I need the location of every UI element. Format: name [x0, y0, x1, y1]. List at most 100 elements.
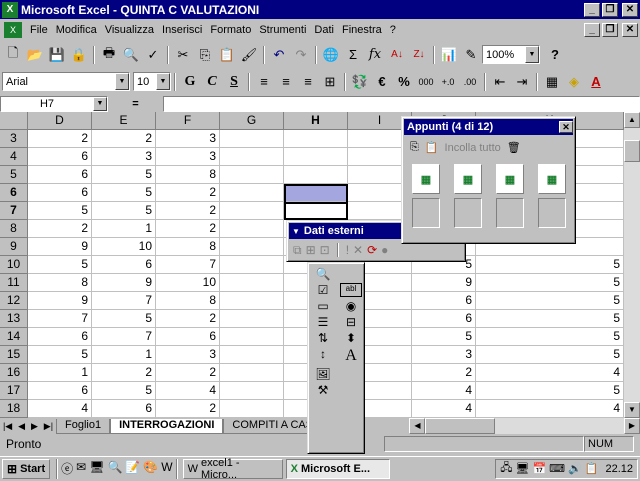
internet-explorer-icon[interactable]: ⓔ: [61, 460, 73, 477]
spinner-icon[interactable]: ⬍: [340, 331, 362, 345]
cell-G3[interactable]: [220, 130, 284, 148]
clip-item[interactable]: ▦: [496, 164, 524, 194]
cell-F12[interactable]: 8: [156, 292, 220, 310]
cell-E17[interactable]: 5: [92, 382, 156, 400]
cell-G12[interactable]: [220, 292, 284, 310]
horizontal-scrollbar[interactable]: ◀ ▶: [409, 418, 640, 434]
last-sheet-icon[interactable]: ▶|: [44, 421, 53, 432]
cell-D7[interactable]: 5: [28, 202, 92, 220]
menu-visualizza[interactable]: Visualizza: [101, 24, 158, 36]
menu-modifica[interactable]: Modifica: [52, 24, 101, 36]
radio-icon[interactable]: ◉: [340, 299, 362, 313]
tools-icon[interactable]: ⚒: [312, 383, 334, 397]
outlook-icon[interactable]: ✉: [76, 460, 86, 477]
cell-F13[interactable]: 2: [156, 310, 220, 328]
cell-J18[interactable]: 4: [412, 400, 476, 418]
sort-ascending-icon[interactable]: A↓: [386, 44, 408, 66]
data-range-properties-icon[interactable]: ⊞: [306, 243, 316, 258]
cell-H5[interactable]: [284, 166, 348, 184]
menu-dati[interactable]: Dati: [310, 24, 338, 36]
menu-strumenti[interactable]: Strumenti: [255, 24, 310, 36]
doc-restore-button[interactable]: ❐: [602, 23, 618, 37]
cell-J17[interactable]: 4: [412, 382, 476, 400]
close-icon[interactable]: ✕: [559, 121, 573, 133]
menu-arrow-icon[interactable]: ▼: [292, 227, 300, 236]
cell-G18[interactable]: [220, 400, 284, 418]
undo-icon[interactable]: ↶: [268, 44, 290, 66]
hyperlink-icon[interactable]: 🌐: [320, 44, 342, 66]
cell-K16[interactable]: 4: [476, 364, 624, 382]
cell-K12[interactable]: 5: [476, 292, 624, 310]
scroll-up-icon[interactable]: ▲: [624, 112, 640, 128]
clip-item[interactable]: ▦: [454, 164, 482, 194]
menu-inserisci[interactable]: Inserisci: [158, 24, 206, 36]
cell-F10[interactable]: 7: [156, 256, 220, 274]
cell-D18[interactable]: 4: [28, 400, 92, 418]
cell-K17[interactable]: 5: [476, 382, 624, 400]
cell-D14[interactable]: 6: [28, 328, 92, 346]
cell-E12[interactable]: 7: [92, 292, 156, 310]
row-header[interactable]: 18: [0, 400, 28, 418]
sort-descending-icon[interactable]: Z↓: [408, 44, 430, 66]
cell-J11[interactable]: 9: [412, 274, 476, 292]
notepad-icon[interactable]: 📝: [125, 460, 140, 477]
cell-D17[interactable]: 6: [28, 382, 92, 400]
bold-button[interactable]: G: [179, 71, 201, 93]
vertical-scrollbar[interactable]: ▲ ▼: [624, 112, 640, 418]
percent-button[interactable]: %: [393, 71, 415, 93]
cell-F5[interactable]: 8: [156, 166, 220, 184]
chevron-down-icon[interactable]: ▼: [156, 73, 170, 90]
merge-center-icon[interactable]: ⊞: [319, 71, 341, 93]
cell-D3[interactable]: 2: [28, 130, 92, 148]
cell-E5[interactable]: 5: [92, 166, 156, 184]
cell-G10[interactable]: [220, 256, 284, 274]
increase-indent-icon[interactable]: ⇥: [511, 71, 533, 93]
cell-J13[interactable]: 6: [412, 310, 476, 328]
row-header[interactable]: 14: [0, 328, 28, 346]
cell-E7[interactable]: 5: [92, 202, 156, 220]
label-icon[interactable]: abl: [340, 283, 362, 297]
increase-decimal-icon[interactable]: +.0: [437, 71, 459, 93]
menu-formato[interactable]: Formato: [206, 24, 255, 36]
checkbox-icon[interactable]: ☑: [312, 283, 334, 297]
autosum-icon[interactable]: Σ: [342, 44, 364, 66]
cell-F6[interactable]: 2: [156, 184, 220, 202]
start-button[interactable]: ⊞ Start: [2, 458, 51, 479]
thousands-button[interactable]: 000: [415, 71, 437, 93]
word-icon[interactable]: W: [161, 460, 172, 477]
copy-icon[interactable]: ⎘: [194, 44, 216, 66]
font-size-select[interactable]: 10 ▼: [133, 72, 171, 91]
row-header[interactable]: 15: [0, 346, 28, 364]
row-header[interactable]: 11: [0, 274, 28, 292]
spin-icon[interactable]: ↕: [312, 347, 334, 365]
monitor-icon[interactable]: 🖥: [516, 462, 530, 475]
row-header[interactable]: 4: [0, 148, 28, 166]
row-header[interactable]: 6: [0, 184, 28, 202]
cell-D11[interactable]: 8: [28, 274, 92, 292]
select-all-corner[interactable]: [0, 112, 28, 130]
row-header[interactable]: 17: [0, 382, 28, 400]
window-titlebar[interactable]: X Microsoft Excel - QUINTA C VALUTAZIONI…: [0, 0, 640, 19]
clock[interactable]: 22.12: [605, 463, 633, 475]
cell-E16[interactable]: 2: [92, 364, 156, 382]
prev-sheet-icon[interactable]: ◀: [18, 421, 25, 432]
scrollbar-icon[interactable]: ⇅: [312, 331, 334, 345]
cell-K18[interactable]: 4: [476, 400, 624, 418]
cell-F11[interactable]: 10: [156, 274, 220, 292]
cell-D15[interactable]: 5: [28, 346, 92, 364]
sheet-tab-foglio1[interactable]: Foglio1: [56, 418, 111, 434]
cell-D6[interactable]: 6: [28, 184, 92, 202]
sheet-tab-interrogazioni[interactable]: INTERROGAZIONI: [110, 418, 224, 434]
menu-finestra[interactable]: Finestra: [338, 24, 386, 36]
cell-G13[interactable]: [220, 310, 284, 328]
cell-H4[interactable]: [284, 148, 348, 166]
format-painter-icon[interactable]: 🖌: [238, 44, 260, 66]
cell-E11[interactable]: 9: [92, 274, 156, 292]
name-box[interactable]: H7 ▼: [0, 95, 108, 112]
document-icon[interactable]: X: [4, 22, 22, 38]
spelling-icon[interactable]: ✓: [142, 44, 164, 66]
redo-icon[interactable]: ↷: [290, 44, 312, 66]
permission-icon[interactable]: 🔒: [68, 44, 90, 66]
query-parameters-icon[interactable]: ⊡: [320, 243, 330, 258]
cell-F16[interactable]: 2: [156, 364, 220, 382]
